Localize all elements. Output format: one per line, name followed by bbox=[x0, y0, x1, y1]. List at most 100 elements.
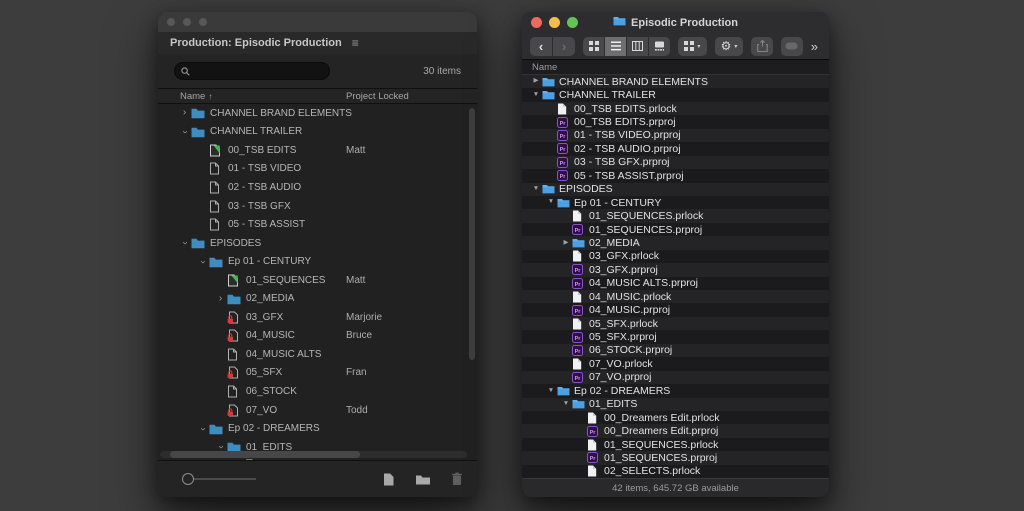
finder-list-item[interactable]: Pr02 - TSB AUDIO.prproj bbox=[522, 142, 829, 155]
column-header-project-locked[interactable]: Project Locked bbox=[346, 91, 409, 102]
finder-list-item[interactable]: Pr00_TSB EDITS.prproj bbox=[522, 115, 829, 128]
zoom-slider[interactable] bbox=[182, 473, 256, 485]
finder-list-item[interactable]: Pr04_MUSIC.prproj bbox=[522, 303, 829, 316]
horizontal-scrollbar[interactable] bbox=[160, 451, 467, 458]
share-button[interactable] bbox=[751, 37, 773, 56]
premiere-tree-row[interactable]: ›CHANNEL BRAND ELEMENTS bbox=[158, 104, 477, 123]
disclosure-triangle-icon[interactable]: ▶ bbox=[560, 240, 572, 247]
disclosure-chevron-icon[interactable]: › bbox=[198, 422, 208, 435]
tags-button[interactable] bbox=[781, 37, 803, 56]
finder-titlebar[interactable]: Episodic Production bbox=[522, 12, 829, 33]
premiere-tree-row[interactable]: ›02_MEDIA bbox=[158, 289, 477, 308]
finder-list-item[interactable]: 00_Dreamers Edit.prlock bbox=[522, 411, 829, 424]
disclosure-triangle-icon[interactable]: ▼ bbox=[545, 388, 557, 395]
vertical-scrollbar[interactable] bbox=[469, 108, 475, 360]
finder-list-item[interactable]: 03_GFX.prlock bbox=[522, 250, 829, 263]
search-input[interactable] bbox=[174, 62, 330, 80]
premiere-tree-row[interactable]: ›Ep 01 - CENTURY bbox=[158, 252, 477, 271]
premiere-tree-row[interactable]: 02 - TSB AUDIO bbox=[158, 178, 477, 197]
finder-list-item[interactable]: Pr05_SFX.prproj bbox=[522, 330, 829, 343]
disclosure-triangle-icon[interactable]: ▼ bbox=[560, 401, 572, 408]
trash-icon[interactable] bbox=[451, 472, 463, 486]
list-view-button[interactable] bbox=[605, 37, 626, 56]
minimize-button[interactable] bbox=[549, 17, 560, 28]
production-panel-tab[interactable]: Production: Episodic Production ≡ bbox=[158, 32, 477, 54]
group-by-button[interactable]: ▾ bbox=[678, 37, 707, 56]
premiere-tree-row[interactable]: ›Ep 02 - DREAMERS bbox=[158, 419, 477, 438]
finder-list-item[interactable]: ▼CHANNEL TRAILER bbox=[522, 88, 829, 101]
disclosure-triangle-icon[interactable]: ▼ bbox=[530, 186, 542, 193]
premiere-tree-row[interactable]: 04_MUSICBruce bbox=[158, 327, 477, 346]
back-button[interactable]: ‹ bbox=[530, 37, 552, 56]
close-button[interactable] bbox=[531, 17, 542, 28]
disclosure-chevron-icon[interactable]: › bbox=[178, 108, 191, 118]
premiere-tree-row[interactable]: 01 - TSB VIDEO bbox=[158, 160, 477, 179]
finder-list-item[interactable]: ▶02_MEDIA bbox=[522, 236, 829, 249]
finder-list-item[interactable]: ▼Ep 02 - DREAMERS bbox=[522, 384, 829, 397]
finder-list-item[interactable]: 01_SEQUENCES.prlock bbox=[522, 209, 829, 222]
fullscreen-button[interactable] bbox=[567, 17, 578, 28]
finder-list-item[interactable]: Pr04_MUSIC ALTS.prproj bbox=[522, 277, 829, 290]
panel-menu-icon[interactable]: ≡ bbox=[352, 37, 359, 49]
finder-list-item[interactable]: Pr01 - TSB VIDEO.prproj bbox=[522, 129, 829, 142]
premiere-tree-row[interactable]: 04_MUSIC ALTS bbox=[158, 345, 477, 364]
file-name: 03 - TSB GFX.prproj bbox=[574, 156, 670, 168]
list-view-icon bbox=[611, 41, 621, 51]
premiere-tree-row[interactable]: 00_TSB EDITSMatt bbox=[158, 141, 477, 160]
disclosure-triangle-icon[interactable]: ▼ bbox=[545, 199, 557, 206]
finder-list-item[interactable]: Pr05 - TSB ASSIST.prproj bbox=[522, 169, 829, 182]
finder-list-item[interactable]: 07_VO.prlock bbox=[522, 357, 829, 370]
disclosure-chevron-icon[interactable]: › bbox=[180, 237, 190, 250]
premiere-tree-row[interactable]: 03_GFXMarjorie bbox=[158, 308, 477, 327]
gallery-view-button[interactable] bbox=[649, 37, 670, 56]
new-bin-icon[interactable] bbox=[415, 473, 431, 486]
prlock-file-icon bbox=[572, 210, 587, 222]
disclosure-chevron-icon[interactable]: › bbox=[198, 255, 208, 268]
premiere-tree-row[interactable]: 05 - TSB ASSIST bbox=[158, 215, 477, 234]
finder-name-column-header[interactable]: Name bbox=[522, 60, 829, 75]
forward-button[interactable]: › bbox=[553, 37, 575, 56]
finder-list-item[interactable]: ▼Ep 01 - CENTURY bbox=[522, 196, 829, 209]
new-item-icon[interactable] bbox=[382, 472, 395, 487]
disclosure-triangle-icon[interactable]: ▼ bbox=[530, 92, 542, 99]
finder-list-item[interactable]: ▶CHANNEL BRAND ELEMENTS bbox=[522, 75, 829, 88]
premiere-tree-row[interactable]: ›CHANNEL TRAILER bbox=[158, 123, 477, 142]
disclosure-chevron-icon[interactable]: › bbox=[214, 294, 227, 304]
premiere-tree-row[interactable]: 01_SEQUENCESMatt bbox=[158, 271, 477, 290]
action-menu-button[interactable]: ⚙ ▾ bbox=[715, 37, 744, 56]
window-close-button[interactable] bbox=[167, 18, 175, 26]
finder-list-item[interactable]: 01_SEQUENCES.prlock bbox=[522, 438, 829, 451]
finder-list-item[interactable]: Pr00_Dreamers Edit.prproj bbox=[522, 424, 829, 437]
finder-list-item[interactable]: ▼EPISODES bbox=[522, 183, 829, 196]
finder-list-item[interactable]: 05_SFX.prlock bbox=[522, 317, 829, 330]
icon-view-button[interactable] bbox=[583, 37, 604, 56]
disclosure-chevron-icon[interactable]: › bbox=[180, 125, 190, 138]
toolbar-overflow-icon[interactable]: » bbox=[811, 39, 821, 54]
file-name: 02_SELECTS.prlock bbox=[604, 465, 700, 477]
finder-list-item[interactable]: ▼01_EDITS bbox=[522, 398, 829, 411]
finder-list-item[interactable]: Pr07_VO.prproj bbox=[522, 371, 829, 384]
premiere-titlebar[interactable] bbox=[158, 12, 477, 32]
premiere-tree-row[interactable]: 07_VOTodd bbox=[158, 401, 477, 420]
column-header-name[interactable]: Name↑ bbox=[180, 91, 212, 102]
project-editing-icon bbox=[227, 274, 243, 287]
finder-list-item[interactable]: 04_MUSIC.prlock bbox=[522, 290, 829, 303]
finder-list-item[interactable]: 00_TSB EDITS.prlock bbox=[522, 102, 829, 115]
finder-list-item[interactable]: Pr01_SEQUENCES.prproj bbox=[522, 223, 829, 236]
finder-list-item[interactable]: Pr03 - TSB GFX.prproj bbox=[522, 156, 829, 169]
window-zoom-button[interactable] bbox=[199, 18, 207, 26]
window-minimize-button[interactable] bbox=[183, 18, 191, 26]
finder-list-item[interactable]: Pr03_GFX.prproj bbox=[522, 263, 829, 276]
horizontal-scrollbar-thumb[interactable] bbox=[170, 451, 360, 458]
finder-list-item[interactable]: 02_SELECTS.prlock bbox=[522, 465, 829, 478]
disclosure-triangle-icon[interactable]: ▶ bbox=[530, 78, 542, 85]
premiere-tree-row[interactable]: ›EPISODES bbox=[158, 234, 477, 253]
premiere-tree-row[interactable]: 03 - TSB GFX bbox=[158, 197, 477, 216]
svg-text:Pr: Pr bbox=[575, 335, 582, 341]
column-view-button[interactable] bbox=[627, 37, 648, 56]
premiere-tree-row[interactable]: 05_SFXFran bbox=[158, 364, 477, 383]
zoom-slider-knob[interactable] bbox=[182, 473, 194, 485]
finder-list-item[interactable]: Pr01_SEQUENCES.prproj bbox=[522, 451, 829, 464]
finder-list-item[interactable]: Pr06_STOCK.prproj bbox=[522, 344, 829, 357]
premiere-tree-row[interactable]: 06_STOCK bbox=[158, 382, 477, 401]
